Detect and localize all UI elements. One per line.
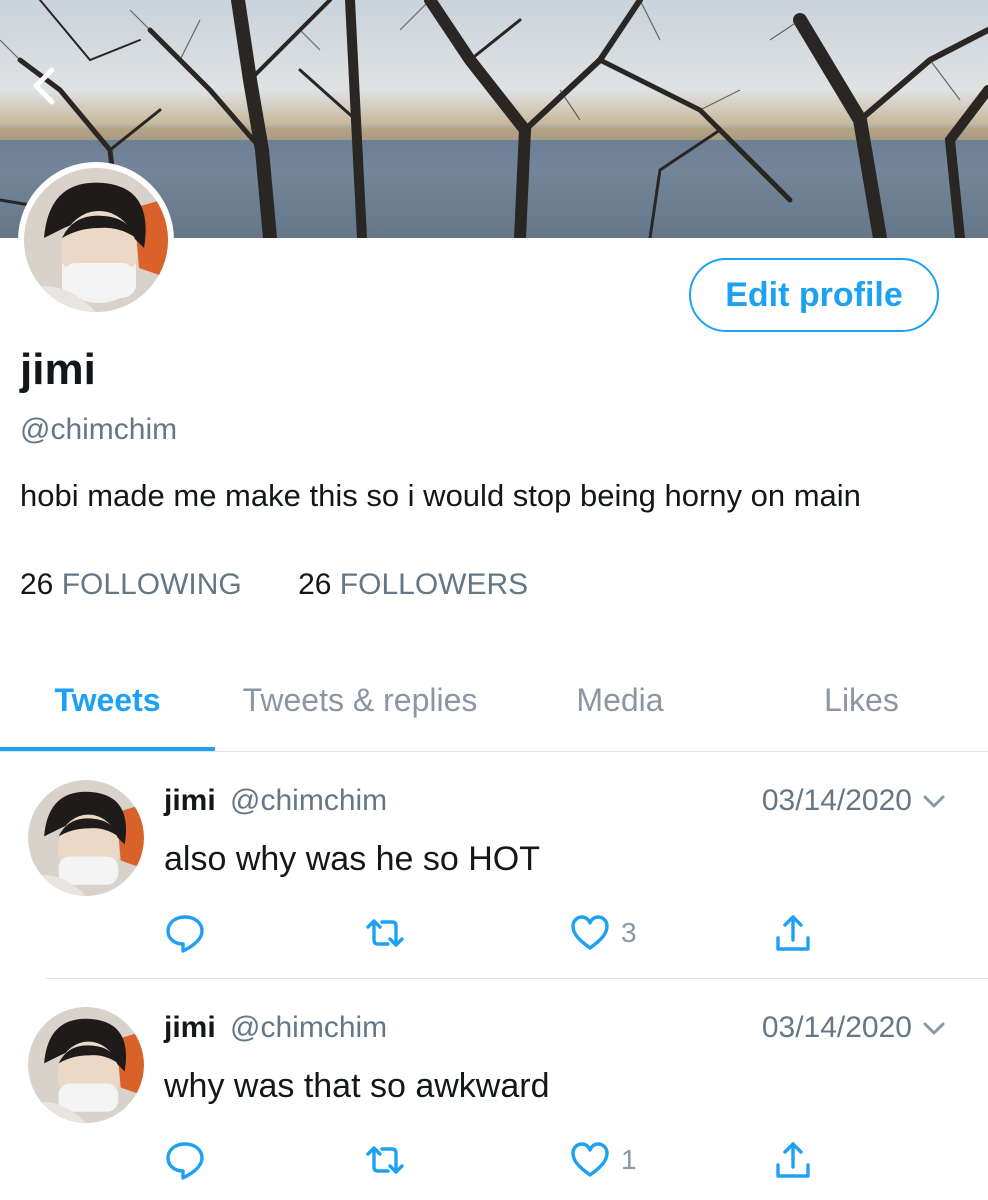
like-button[interactable]: 3 — [569, 912, 637, 954]
tweet-author-name[interactable]: jimi — [164, 784, 216, 817]
followers-stat[interactable]: 26 FOLLOWERS — [298, 568, 528, 602]
retweet-icon — [366, 1146, 404, 1174]
tab-tweets[interactable]: Tweets — [0, 650, 215, 751]
profile-handle: @chimchim — [20, 413, 178, 446]
avatar-photo — [28, 780, 144, 896]
profile-stats: 26 FOLLOWING 26 FOLLOWERS — [20, 568, 576, 602]
share-button[interactable] — [772, 1139, 814, 1181]
reply-icon — [166, 915, 204, 953]
tweet-meta: 03/14/2020 — [762, 1011, 948, 1045]
chevron-down-icon[interactable] — [920, 1014, 948, 1042]
tweet-actions: 3 — [164, 912, 844, 956]
retweet-button[interactable] — [364, 912, 406, 954]
profile-avatar[interactable] — [18, 162, 174, 318]
following-stat[interactable]: 26 FOLLOWING — [20, 568, 242, 602]
tweet-author-name[interactable]: jimi — [164, 1011, 216, 1044]
profile-tabs: Tweets Tweets & replies Media Likes — [0, 650, 988, 752]
tweet-meta: 03/14/2020 — [762, 784, 948, 818]
reply-button[interactable] — [164, 1139, 206, 1181]
tweet-author-handle[interactable]: @chimchim — [230, 1011, 387, 1044]
following-label: FOLLOWING — [61, 568, 242, 601]
tab-likes[interactable]: Likes — [735, 650, 988, 750]
like-count: 3 — [621, 917, 637, 948]
tweet-text: why was that so awkward — [164, 1067, 550, 1105]
tweet-actions: 1 — [164, 1139, 844, 1183]
tweet-item[interactable]: jimi @chimchim 03/14/2020 also why was h… — [0, 752, 988, 978]
following-count: 26 — [20, 568, 54, 601]
followers-count: 26 — [298, 568, 332, 601]
edit-profile-button[interactable]: Edit profile — [689, 258, 939, 332]
tab-tweets-replies[interactable]: Tweets & replies — [215, 650, 505, 750]
chevron-left-icon — [33, 67, 55, 105]
like-button[interactable]: 1 — [569, 1139, 637, 1181]
tweet-date: 03/14/2020 — [761, 784, 912, 817]
back-button[interactable] — [22, 62, 70, 110]
tweet-item[interactable]: jimi @chimchim 03/14/2020 why was that s… — [0, 979, 988, 1200]
avatar-photo — [28, 1007, 144, 1123]
reply-button[interactable] — [164, 912, 206, 954]
chevron-down-icon[interactable] — [920, 787, 948, 815]
tweet-avatar[interactable] — [28, 1007, 144, 1123]
profile-bio: hobi made me make this so i would stop b… — [20, 478, 861, 513]
share-icon — [776, 1142, 810, 1178]
reply-icon — [166, 1142, 204, 1180]
tweet-header: jimi @chimchim — [164, 784, 387, 818]
tweet-header: jimi @chimchim — [164, 1011, 387, 1045]
tweet-text: also why was he so HOT — [164, 840, 541, 878]
retweet-icon — [366, 919, 404, 947]
share-icon — [776, 915, 810, 951]
tweet-author-handle[interactable]: @chimchim — [230, 784, 387, 817]
followers-label: FOLLOWERS — [339, 568, 529, 601]
tab-media[interactable]: Media — [505, 650, 735, 750]
heart-icon — [571, 915, 609, 950]
avatar-photo — [24, 168, 168, 312]
heart-icon — [571, 1142, 609, 1177]
retweet-button[interactable] — [364, 1139, 406, 1181]
profile-display-name: jimi — [20, 345, 96, 394]
like-count: 1 — [621, 1144, 637, 1175]
tweet-date: 03/14/2020 — [761, 1011, 912, 1044]
tweet-avatar[interactable] — [28, 780, 144, 896]
share-button[interactable] — [772, 912, 814, 954]
